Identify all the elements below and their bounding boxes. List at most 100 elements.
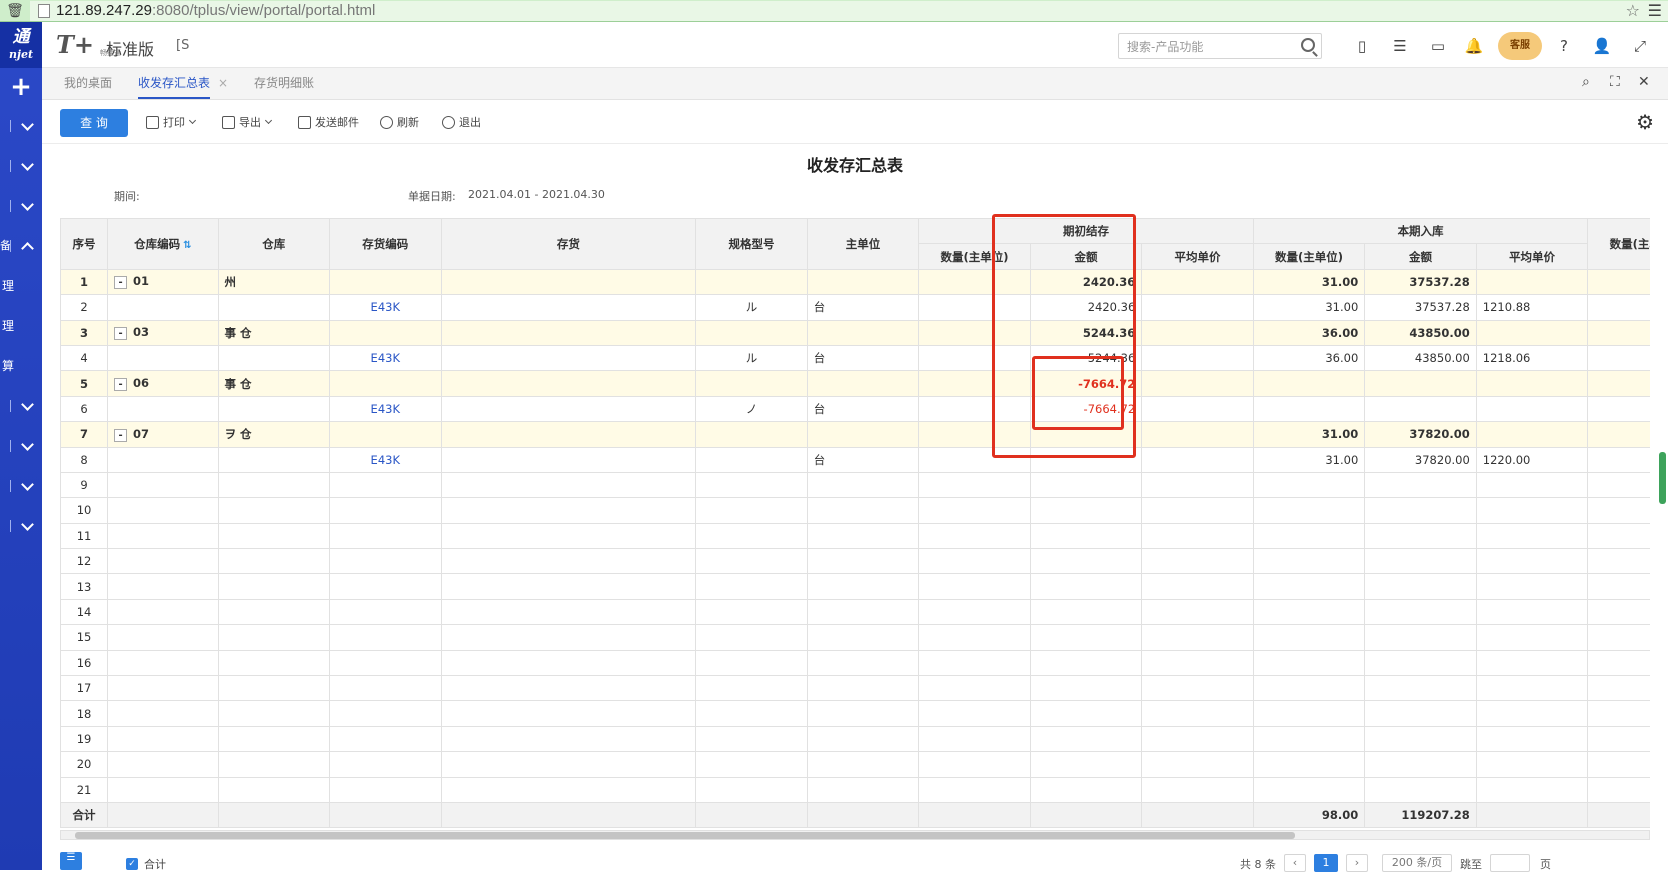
cell-wh: 事 仓 xyxy=(217,370,331,397)
tab-summary[interactable]: 收发存汇总表 × xyxy=(138,74,228,99)
page-1-button[interactable]: 1 xyxy=(1314,854,1338,872)
table-row[interactable]: 3-03事 仓5244.3636.0043850.0028.0 xyxy=(60,319,1650,346)
table-row[interactable]: 19 xyxy=(60,725,1650,753)
cell-empty xyxy=(1141,548,1254,575)
table-row[interactable]: 14 xyxy=(60,598,1650,626)
bell-icon[interactable]: 🔔 xyxy=(1464,36,1484,56)
table-row[interactable]: 13 xyxy=(60,573,1650,600)
message-icon[interactable]: ▭ xyxy=(1428,36,1448,56)
table-row[interactable]: 1-01州2420.3631.0037537.2815.0 xyxy=(60,268,1650,296)
service-badge[interactable]: 客服 xyxy=(1498,32,1542,60)
close-icon[interactable]: ✕ xyxy=(1638,74,1650,90)
table-row[interactable]: 2E43Kル台2420.3631.0037537.281210.8815.0 xyxy=(60,294,1650,321)
table-row[interactable]: 6 E43K ノ台 -7664.72 xyxy=(60,395,1650,423)
cell-inbound-avg: 1218.06 xyxy=(1475,344,1589,372)
query-button[interactable]: 查 询 xyxy=(60,109,128,137)
trash-icon[interactable]: 🗑 xyxy=(0,3,30,19)
cell-empty xyxy=(1475,649,1589,677)
scrollbar-thumb[interactable] xyxy=(75,832,1295,839)
expand-icon[interactable]: ⤢ xyxy=(1630,36,1650,56)
cell-empty xyxy=(695,751,808,778)
address-bar[interactable]: 121.89.247.29:8080/tplus/view/portal/por… xyxy=(30,0,1668,21)
help-icon[interactable]: ? xyxy=(1554,36,1574,56)
nav-sub-item-1[interactable]: 理 xyxy=(0,266,42,306)
table-row[interactable]: 7-07ヲ 仓31.0037820.0031.0 xyxy=(60,421,1650,448)
nav-item-3[interactable] xyxy=(0,186,42,226)
browser-menu-icon[interactable]: ☰ xyxy=(1648,1,1662,20)
cell-empty xyxy=(217,548,331,575)
collapse-toggle[interactable]: - xyxy=(114,428,128,442)
next-page-button[interactable]: › xyxy=(1346,854,1368,872)
nav-item-7[interactable] xyxy=(0,466,42,506)
checklist-icon[interactable]: ☰ xyxy=(1390,36,1410,56)
table-row[interactable]: 16 xyxy=(60,649,1650,677)
nav-item-8[interactable] xyxy=(0,506,42,546)
nav-item-6[interactable] xyxy=(0,426,42,466)
vertical-scrollbar[interactable] xyxy=(1659,452,1666,504)
nav-sub-item-3[interactable]: 算 xyxy=(0,346,42,386)
cell-empty xyxy=(107,725,219,753)
cell-idx: 17 xyxy=(60,675,109,702)
table-row[interactable]: 10 xyxy=(60,497,1650,524)
table-row[interactable]: 20 xyxy=(60,751,1650,778)
nav-sub-item-2[interactable]: 理 xyxy=(0,306,42,346)
tab-inventory-ledger[interactable]: 存货明细账 xyxy=(254,74,314,91)
search-input[interactable]: 搜索-产品功能 xyxy=(1118,33,1322,59)
goto-page-input[interactable] xyxy=(1490,854,1530,872)
cell-inv xyxy=(440,421,697,448)
col-header-wh-code[interactable]: 仓库编码 ⇅ xyxy=(107,218,219,270)
exit-button[interactable]: 退出 xyxy=(442,114,481,130)
highlight-box-negative xyxy=(1032,356,1124,430)
fullscreen-icon[interactable]: ⛶ xyxy=(1610,74,1620,90)
collapse-toggle[interactable]: - xyxy=(114,378,128,392)
cell-empty xyxy=(440,573,697,600)
email-button[interactable]: 发送邮件 xyxy=(298,114,359,130)
prev-page-button[interactable]: ‹ xyxy=(1284,854,1306,872)
cell-empty xyxy=(1252,624,1366,651)
nav-item-1[interactable] xyxy=(0,106,42,146)
horizontal-scrollbar[interactable] xyxy=(60,830,1650,840)
bookmark-star-icon[interactable]: ☆ xyxy=(1626,1,1640,20)
close-icon[interactable]: × xyxy=(218,76,228,90)
table-row[interactable]: 15 xyxy=(60,624,1650,651)
table-row[interactable]: 11 xyxy=(60,522,1650,550)
calculator-icon[interactable]: ▯ xyxy=(1352,36,1372,56)
export-button[interactable]: 导出 xyxy=(222,114,273,130)
cell-inbound-qty: 31.00 xyxy=(1252,421,1366,448)
cell-idx: 14 xyxy=(60,598,109,626)
print-button[interactable]: 打印 xyxy=(146,114,197,130)
search-icon[interactable] xyxy=(1301,38,1315,52)
user-icon[interactable]: 👤 xyxy=(1592,36,1612,56)
cell-inbound-avg xyxy=(1475,268,1589,296)
refresh-button[interactable]: 刷新 xyxy=(380,114,419,130)
tab-bar: 我的桌面 收发存汇总表 × 存货明细账 ⌕ ⛶ ✕ xyxy=(42,68,1668,100)
search-icon[interactable]: ⌕ xyxy=(1582,74,1590,90)
cell-empty xyxy=(1587,700,1650,727)
page-size-select[interactable]: 200 条/页 xyxy=(1382,854,1452,872)
sum-checkbox[interactable]: ✓ xyxy=(126,858,138,870)
nav-item-stock[interactable]: 备 xyxy=(0,226,42,266)
add-button[interactable]: + xyxy=(0,68,42,106)
gear-icon[interactable]: ⚙ xyxy=(1636,110,1654,134)
nav-item-5[interactable] xyxy=(0,386,42,426)
table-row[interactable]: 17 xyxy=(60,675,1650,702)
list-icon[interactable]: ☰ xyxy=(60,852,82,870)
table-row[interactable]: 18 xyxy=(60,700,1650,727)
tab-desktop[interactable]: 我的桌面 xyxy=(64,74,112,91)
cell-empty xyxy=(1364,497,1477,524)
table-row[interactable]: 4E43Kル台5244.3636.0043850.001218.0628.0 xyxy=(60,344,1650,372)
table-row[interactable]: 12 xyxy=(60,548,1650,575)
table-row[interactable]: 9 xyxy=(60,471,1650,499)
table-row[interactable]: 21 xyxy=(60,776,1650,803)
sort-icon[interactable]: ⇅ xyxy=(183,240,191,251)
cell-empty xyxy=(440,675,697,702)
table-row[interactable]: 8 E43K 台 31.0037820.001220.0031.0 xyxy=(60,446,1650,473)
col-header-idx: 序号 xyxy=(60,218,109,270)
collapse-toggle[interactable]: - xyxy=(114,276,128,290)
cell-empty xyxy=(1029,675,1143,702)
collapse-toggle[interactable]: - xyxy=(114,327,128,341)
table-row[interactable]: 5-06 事 仓 -7664.72 xyxy=(60,370,1650,397)
account-crumb[interactable]: [S xyxy=(176,38,189,53)
cell-idx: 7 xyxy=(60,421,109,448)
nav-item-2[interactable] xyxy=(0,146,42,186)
